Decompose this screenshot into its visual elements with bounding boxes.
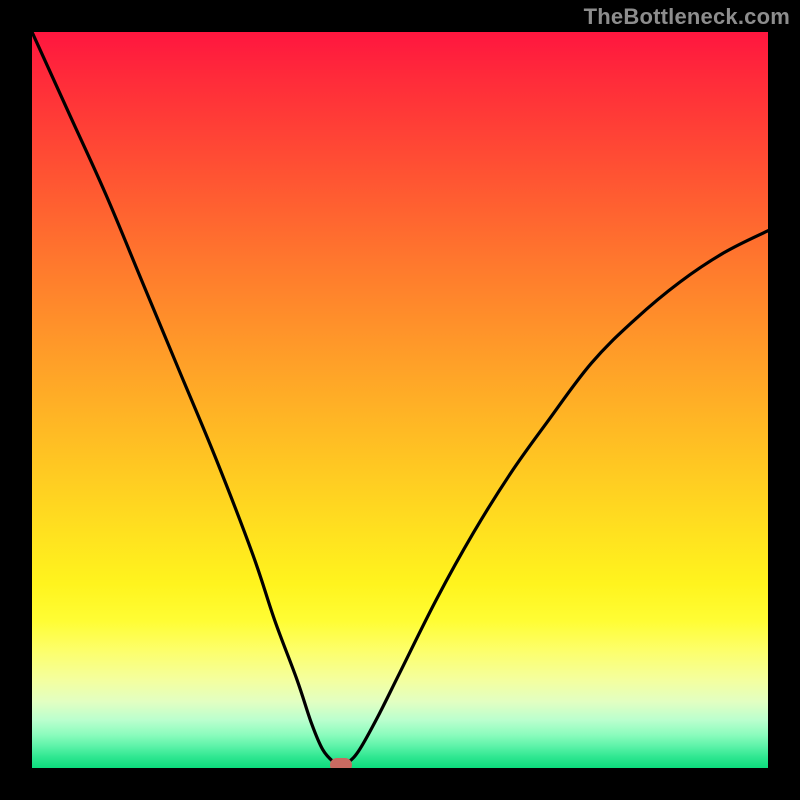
plot-area (32, 32, 768, 768)
minimum-marker (330, 758, 352, 768)
bottleneck-curve (32, 32, 768, 768)
watermark-text: TheBottleneck.com (584, 4, 790, 30)
chart-frame: TheBottleneck.com (0, 0, 800, 800)
